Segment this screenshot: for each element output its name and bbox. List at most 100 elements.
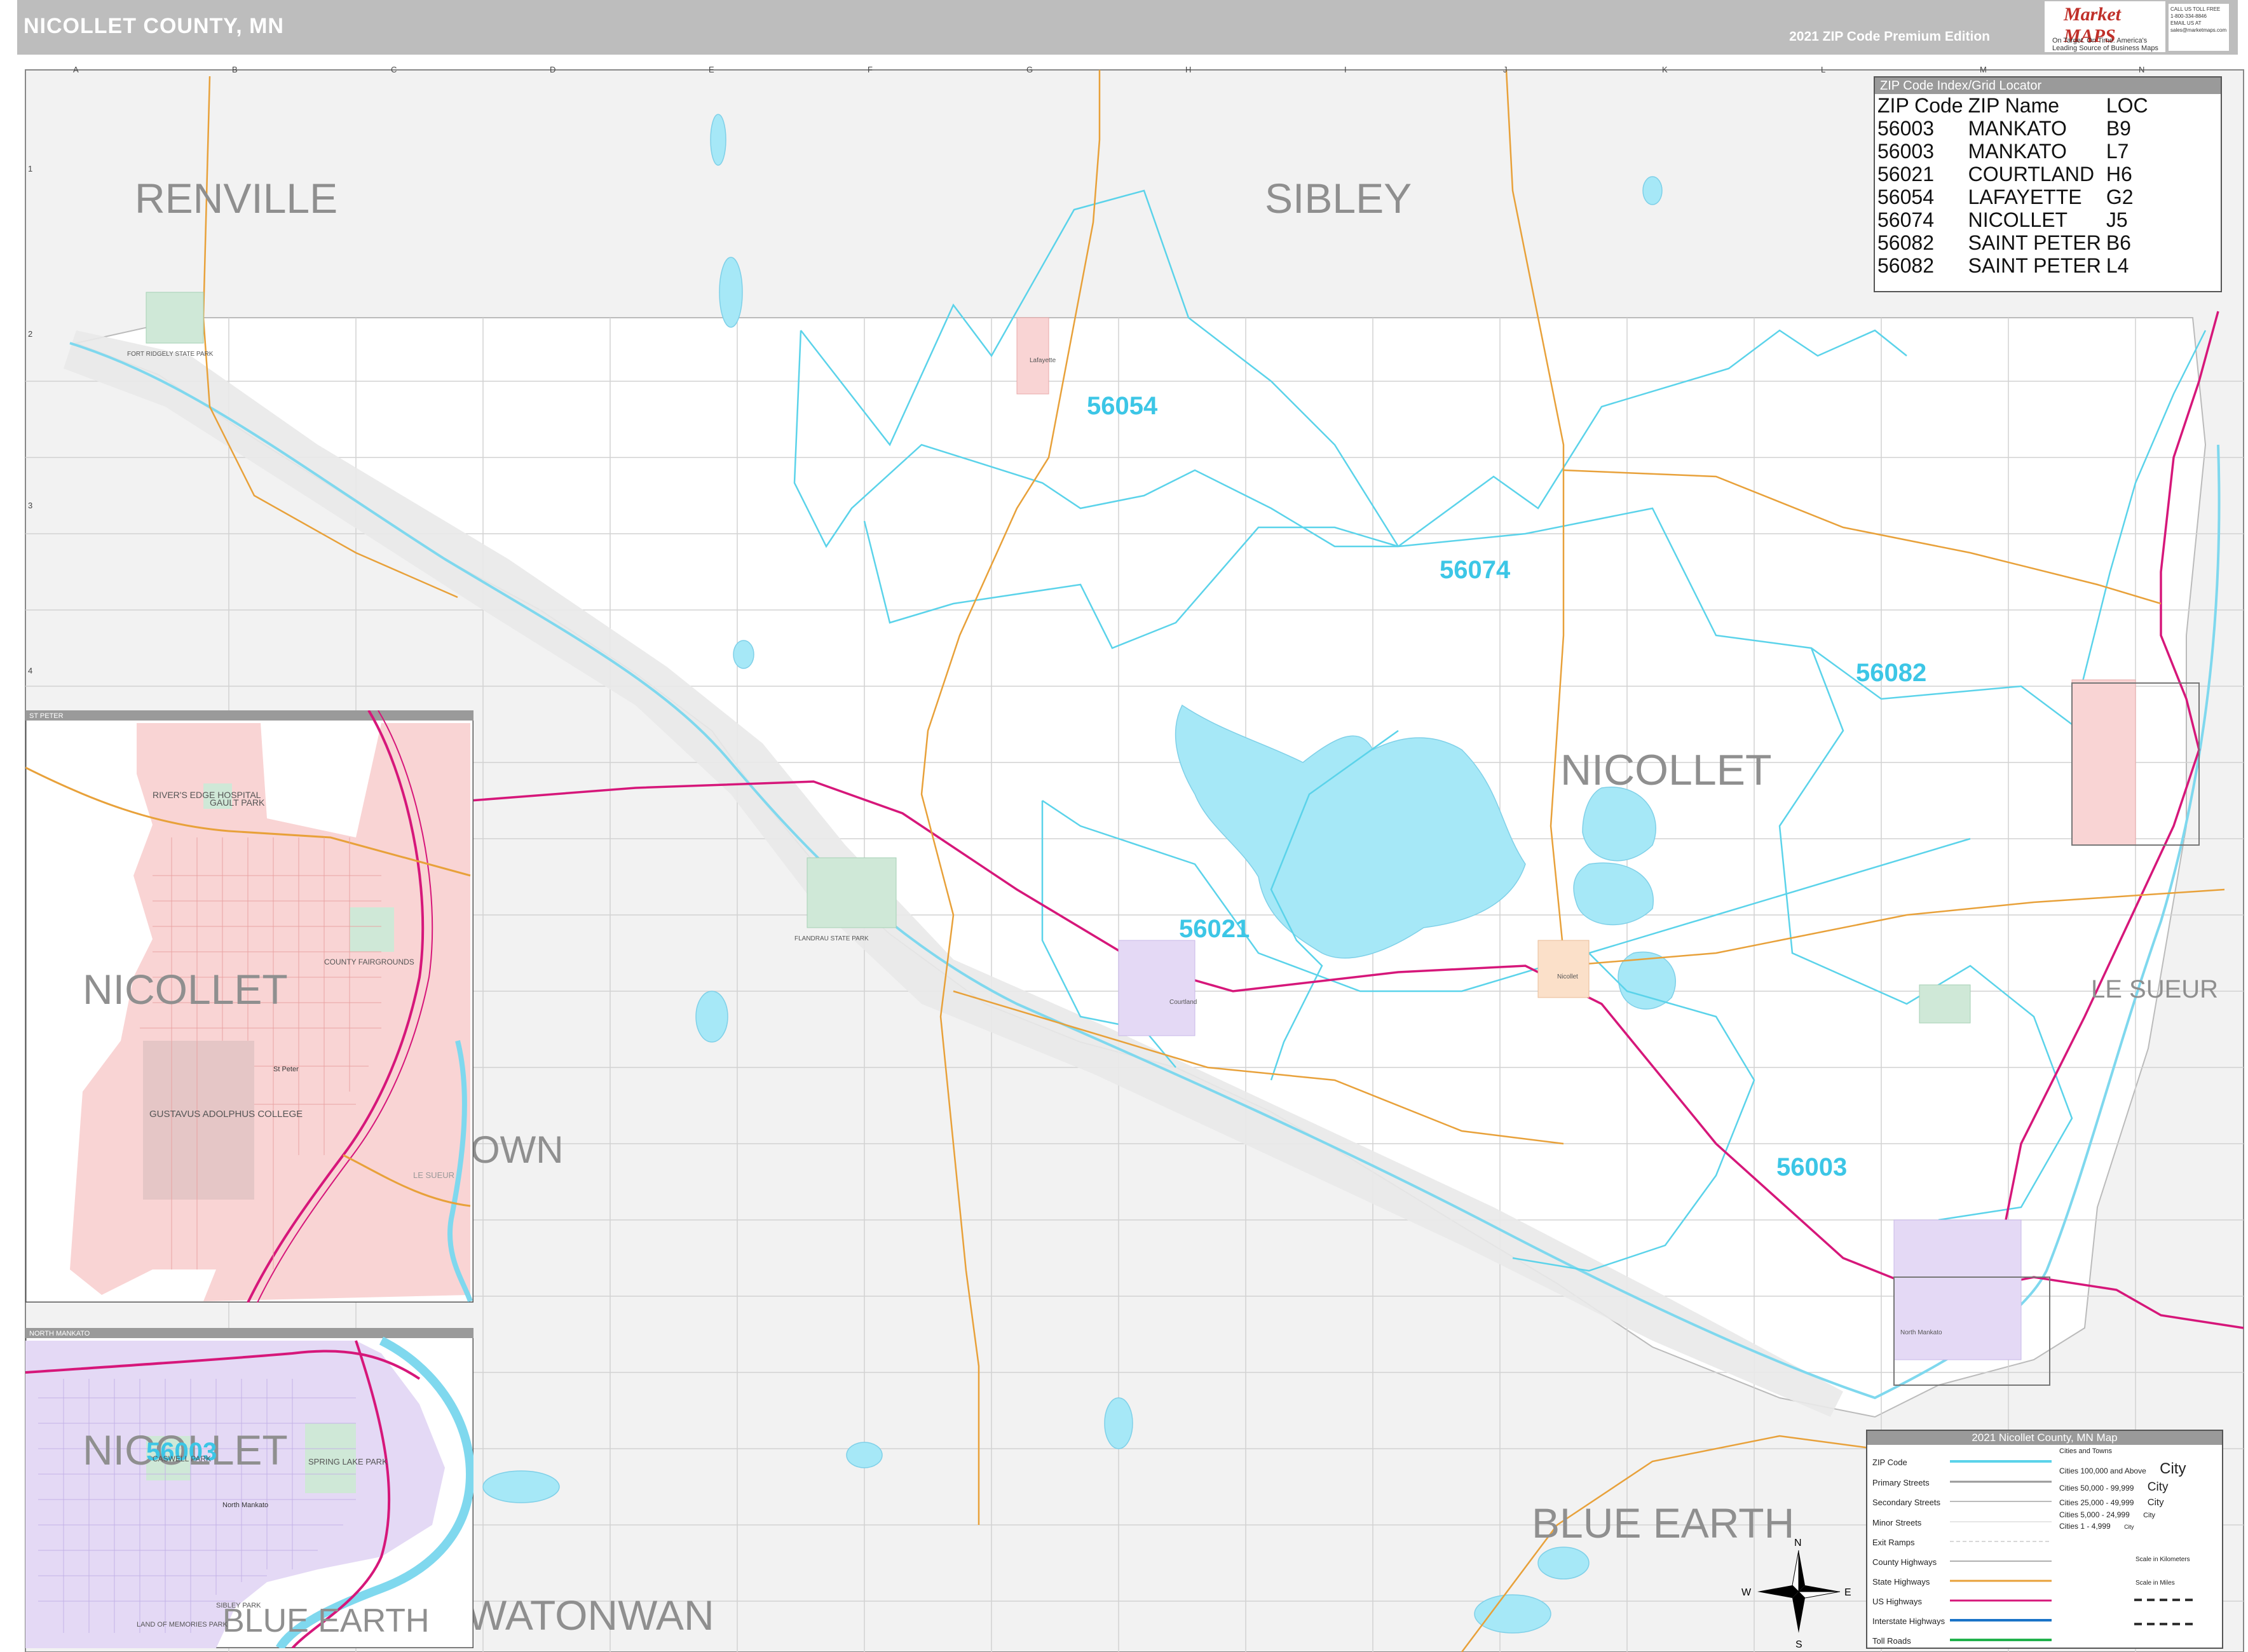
place-label-north-mankato: North Mankato — [1900, 1329, 1942, 1336]
grid-col-label: K — [1662, 65, 1668, 74]
name-cell: MANKATO — [1968, 140, 2067, 163]
inset-caption-bar — [25, 710, 473, 721]
city-class-sample: City — [2147, 1480, 2169, 1494]
lake — [846, 1442, 883, 1468]
zip-cell: 56074 — [1877, 208, 1934, 231]
zip-cell: 56021 — [1877, 163, 1934, 186]
college-area — [143, 1041, 254, 1200]
loc-cell: B9 — [2106, 117, 2131, 140]
loc-cell: L7 — [2106, 140, 2129, 163]
grid-row-label: 2 — [28, 329, 32, 339]
compass-n: N — [1794, 1538, 1802, 1548]
city-class-label: Cities 50,000 - 99,999 — [2059, 1484, 2134, 1493]
name-cell: NICOLLET — [1968, 208, 2068, 231]
zip-label-56003: 56003 — [1776, 1153, 1847, 1181]
loc-cell: L4 — [2106, 254, 2129, 277]
grid-col-label: L — [1821, 65, 1825, 74]
city-class-label: Cities 5,000 - 24,999 — [2059, 1510, 2130, 1519]
loc-cell: H6 — [2106, 163, 2132, 186]
grid-col-label: N — [2139, 65, 2144, 74]
grid-col-label: M — [1980, 65, 1987, 74]
gault-park-label: GAULT PARK — [210, 797, 265, 808]
city-class-sample: City — [2160, 1460, 2186, 1477]
town-area-courtland — [1118, 940, 1196, 1036]
zip-label-56054: 56054 — [1087, 392, 1158, 420]
column-header: ZIP Code — [1877, 94, 1963, 117]
scale-mi-label: Scale in Miles — [2136, 1580, 2175, 1587]
scale-km-label: Scale in Kilometers — [2136, 1556, 2190, 1563]
grid-col-label: G — [1026, 65, 1033, 74]
county-label-renville: RENVILLE — [135, 175, 337, 222]
lake — [482, 1470, 560, 1503]
zip-index-caption: ZIP Code Index/Grid Locator — [1875, 78, 2221, 94]
legend-item: Secondary Streets — [1872, 1498, 1940, 1507]
place-label-courtland: Courtland — [1169, 999, 1197, 1006]
city-class-label: Cities 25,000 - 49,999 — [2059, 1498, 2134, 1507]
city-class-sample: City — [2124, 1524, 2134, 1530]
lake — [1642, 176, 1663, 205]
column-header: LOC — [2106, 94, 2148, 117]
park-flandrau — [807, 857, 897, 928]
zip-cell: 56082 — [1877, 231, 1934, 254]
grid-col-label: C — [391, 65, 397, 74]
county-label-blue-earth: BLUE EARTH — [1532, 1500, 1794, 1547]
city-class: Cities 100,000 and Above City — [2059, 1460, 2190, 1478]
name-cell: LAFAYETTE — [1968, 186, 2082, 208]
grid-col-label: D — [550, 65, 555, 74]
legend-item: State Highways — [1872, 1577, 1930, 1587]
legend-item: Interstate Highways — [1872, 1616, 1945, 1626]
grid-row-label: 4 — [28, 666, 32, 675]
city-class-label: Cities 1 - 4,999 — [2059, 1522, 2111, 1531]
park — [350, 907, 394, 952]
legend-item: ZIP Code — [1872, 1458, 1907, 1467]
compass-s: S — [1795, 1639, 1802, 1650]
legend-item: County Highways — [1872, 1557, 1937, 1567]
place-label-lafayette: Lafayette — [1030, 357, 1056, 364]
town-area-st-peter — [2071, 679, 2136, 846]
place-label-flandrau: FLANDRAU STATE PARK — [794, 935, 869, 942]
town-area-lafayette — [1016, 317, 1049, 395]
legend-item: Minor Streets — [1872, 1518, 1922, 1527]
lake — [733, 640, 754, 669]
city-class: Cities 5,000 - 24,999 City — [2059, 1510, 2190, 1519]
town-area-nicollet — [1537, 940, 1590, 998]
inset-caption-bar — [25, 1328, 473, 1338]
county-label-sibley: SIBLEY — [1265, 175, 1412, 222]
table-row: 56054 LAFAYETTE G2 — [1877, 186, 2153, 208]
county-label-le-sueur: LE SUEUR — [2091, 975, 2218, 1003]
table-header-row: ZIP Code ZIP Name LOC — [1877, 94, 2153, 117]
inset-county-label: NICOLLET — [83, 966, 288, 1013]
city-class: Cities 25,000 - 49,999 City — [2059, 1497, 2190, 1508]
zip-cell: 56003 — [1877, 117, 1934, 140]
compass-e: E — [1844, 1587, 1851, 1598]
grid-col-label: F — [868, 65, 873, 74]
zip-cell: 56003 — [1877, 140, 1934, 163]
zip-label-56074: 56074 — [1440, 556, 1511, 584]
college-label: GUSTAVUS ADOLPHUS COLLEGE — [149, 1109, 303, 1120]
lake — [1104, 1397, 1133, 1449]
zip-cell: 56082 — [1877, 254, 1934, 277]
name-cell: COURTLAND — [1968, 163, 2095, 186]
city-class-sample: City — [2143, 1512, 2156, 1519]
city-class-sample: City — [2147, 1497, 2164, 1508]
grid-col-label: I — [1344, 65, 1347, 74]
compass-w: W — [1741, 1587, 1752, 1598]
cities-header: Cities and Towns — [2059, 1447, 2112, 1455]
name-cell: MANKATO — [1968, 117, 2067, 140]
zip-cell: 56054 — [1877, 186, 1934, 208]
city-class-label: Cities 100,000 and Above — [2059, 1466, 2146, 1475]
legend-item: US Highways — [1872, 1597, 1923, 1606]
zip-label-56082: 56082 — [1856, 659, 1926, 687]
lake — [719, 257, 743, 328]
fairgrounds-label: COUNTY FAIRGROUNDS — [324, 958, 414, 966]
name-cell: SAINT PETER — [1968, 231, 2101, 254]
table-row: 56074 NICOLLET J5 — [1877, 208, 2153, 231]
zip-index-panel: ZIP Code Index/Grid Locator ZIP Code ZIP… — [1874, 76, 2222, 292]
loc-cell: J5 — [2106, 208, 2128, 231]
town-label: St Peter — [273, 1066, 299, 1073]
town-area-north-mankato — [1893, 1219, 2022, 1360]
grid-col-label: J — [1503, 65, 1508, 74]
city-class: Cities 50,000 - 99,999 City — [2059, 1480, 2190, 1494]
county-label-nicollet: NICOLLET — [1560, 746, 1772, 794]
table-row: 56021 COURTLAND H6 — [1877, 163, 2153, 186]
